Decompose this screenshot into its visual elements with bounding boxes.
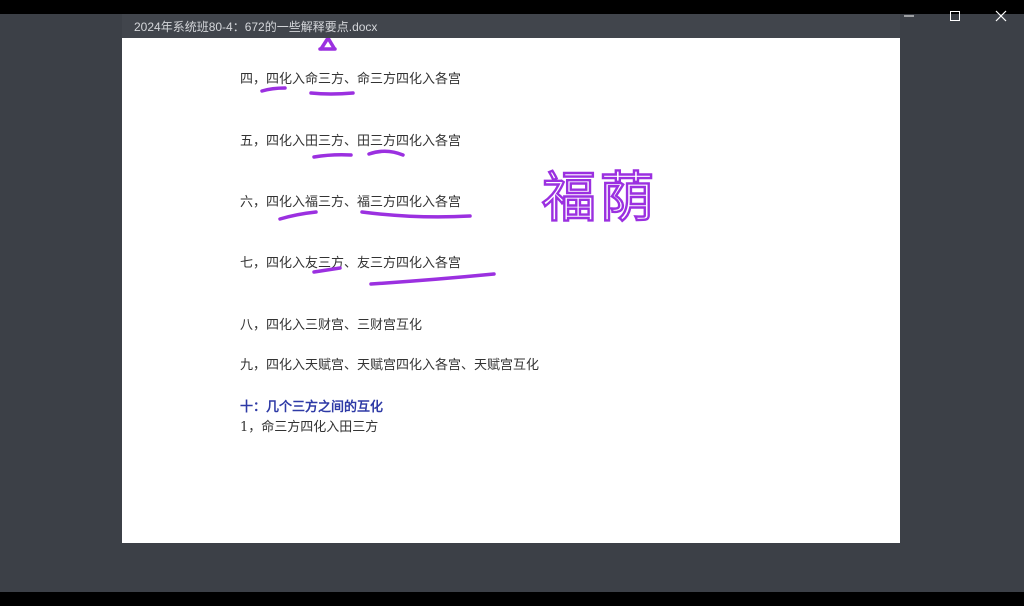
doc-line-8: 八，四化入三财宫、三财宫互化	[240, 318, 423, 333]
underline-mark	[360, 210, 472, 219]
maximize-button[interactable]	[932, 0, 978, 32]
viewer-bottom-area	[122, 543, 900, 592]
section-heading: 十：几个三方之间的互化	[240, 400, 384, 415]
close-icon	[995, 10, 1007, 22]
underline-mark	[278, 210, 318, 221]
doc-line-5: 五，四化入田三方、田三方四化入各宫	[240, 134, 462, 149]
pen-annotations: 福荫	[260, 38, 658, 286]
handwritten-note: 福荫	[542, 166, 658, 229]
document-page[interactable]: 四，四化入命三方、命三方四化入各宫 五，四化入田三方、田三方四化入各宫 六，四化…	[122, 38, 900, 543]
doc-line-9: 九，四化入天赋宫、天赋宫四化入各宫、天赋宫互化	[240, 358, 540, 373]
maximize-icon	[950, 11, 960, 21]
underline-mark	[309, 91, 355, 96]
doc-line-6: 六，四化入福三方、福三方四化入各宫	[240, 195, 462, 210]
underline-mark	[260, 86, 287, 93]
doc-line-7: 七，四化入友三方、友三方四化入各宫	[240, 256, 462, 271]
window-title: 2024年系统班80-4：672的一些解释要点.docx	[134, 20, 378, 34]
underline-mark	[367, 149, 405, 157]
minimize-icon	[904, 15, 914, 17]
doc-line-4: 四，四化入命三方、命三方四化入各宫	[240, 72, 462, 87]
underline-mark	[369, 272, 496, 286]
section-item-1: 1，命三方四化入田三方	[240, 420, 379, 435]
close-button[interactable]	[978, 0, 1024, 32]
arrow-mark	[318, 38, 337, 51]
underline-mark	[312, 153, 353, 159]
window-controls	[886, 0, 1024, 32]
screen: 2024年系统班80-4：672的一些解释要点.docx 四，四化入命三方、命三…	[0, 0, 1024, 606]
title-bar: 2024年系统班80-4：672的一些解释要点.docx	[122, 14, 900, 38]
